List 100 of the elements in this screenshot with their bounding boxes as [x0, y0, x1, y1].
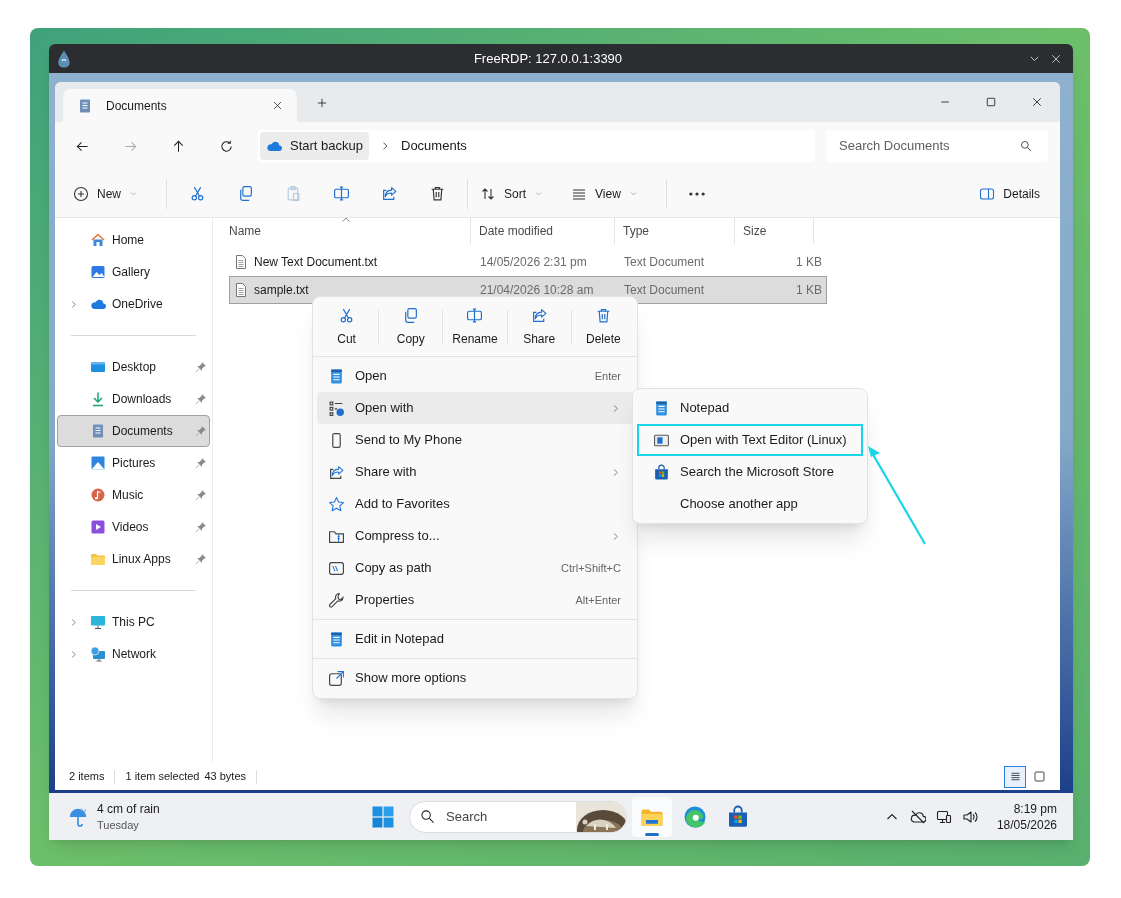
status-text: 43 bytes — [204, 769, 247, 785]
sidebar-item[interactable]: Network — [57, 638, 210, 670]
caret-down-icon — [129, 189, 138, 198]
sidebar-item[interactable]: This PC — [57, 606, 210, 638]
share-button[interactable]: Share — [507, 302, 571, 352]
path-icon — [328, 559, 345, 577]
cloud-off-icon — [909, 808, 926, 825]
breadcrumb-item[interactable]: Documents — [401, 136, 467, 156]
menu-item[interactable]: Open Enter — [317, 360, 633, 392]
pin-icon — [195, 521, 207, 533]
weather-summary[interactable]: 4 cm of rain — [97, 800, 160, 817]
address-bar[interactable]: Start backup Documents — [258, 130, 815, 162]
more-icon — [688, 191, 705, 196]
rename-button[interactable]: Rename — [443, 302, 507, 352]
sidebar-item[interactable]: Downloads — [57, 383, 210, 415]
copy-icon — [402, 306, 420, 324]
share-icon — [380, 185, 398, 202]
monitor-icon — [935, 808, 952, 825]
menu-item[interactable]: Edit in Notepad — [317, 623, 633, 655]
plus-circle-icon — [73, 185, 89, 202]
taskbar-search-input[interactable]: Search — [446, 806, 556, 827]
details-pane-icon — [979, 185, 996, 202]
menu-item[interactable]: Share with — [317, 456, 633, 488]
music-note-icon — [90, 487, 106, 503]
desktop-icon — [90, 359, 106, 375]
refresh-icon — [218, 138, 234, 154]
pin-icon — [195, 489, 207, 501]
sidebar-item[interactable]: Linux Apps — [57, 543, 210, 575]
clock-time[interactable]: 8:19 pm — [1013, 800, 1057, 817]
status-text: 2 items — [69, 769, 105, 785]
type-cell-text: Text Document — [623, 282, 706, 299]
taskbar-search-field[interactable]: Search — [409, 800, 627, 833]
browser-icon — [683, 804, 707, 829]
pin-icon — [195, 361, 207, 373]
copy-button[interactable]: Copy — [379, 302, 443, 352]
size-cell-text: 1 KB — [795, 254, 823, 271]
column-header[interactable]: Type — [615, 218, 735, 244]
breadcrumb-button[interactable]: Start backup — [260, 132, 369, 160]
close-icon — [1050, 52, 1062, 65]
search-icon — [1020, 140, 1032, 152]
menu-item[interactable]: Send to My Phone — [317, 424, 633, 456]
weather-day[interactable]: Tuesday — [97, 816, 160, 833]
download-arrow-icon — [90, 391, 106, 407]
search-input[interactable]: Search Documents — [839, 136, 1020, 156]
sort-button[interactable]: Sort — [474, 177, 550, 210]
details-button[interactable]: Details — [973, 177, 1046, 210]
tab[interactable]: Documents — [63, 89, 297, 122]
file-row[interactable]: New Text Document.txt 14/05/2026 2:31 pm Text Document 1 KB — [229, 248, 827, 276]
sidebar-item[interactable]: Home — [57, 224, 210, 256]
caret-down-icon — [534, 189, 544, 198]
menu-item[interactable]: Open with — [317, 392, 633, 424]
pin-icon — [195, 393, 207, 405]
date-cell-text: 14/05/2026 2:31 pm — [479, 254, 588, 271]
umbrella-icon — [67, 805, 89, 828]
sidebar-item[interactable]: Pictures — [57, 447, 210, 479]
store-icon — [653, 463, 670, 481]
submenu-item[interactable]: Open with Text Editor (Linux) — [637, 424, 863, 456]
menu-item[interactable]: Show more options — [317, 662, 633, 694]
sidebar-item[interactable]: Desktop — [57, 351, 210, 383]
column-header[interactable]: Name — [221, 218, 471, 244]
open-with-icon — [328, 399, 345, 417]
taskbar-app-button[interactable] — [632, 796, 672, 837]
column-header[interactable]: Size — [735, 218, 814, 244]
submenu-item[interactable]: Search the Microsoft Store — [637, 456, 863, 488]
shortcut-text: Enter — [594, 368, 621, 384]
menu-item[interactable]: Add to Favorites — [317, 488, 633, 520]
cut-button[interactable]: Cut — [315, 302, 379, 352]
video-icon — [90, 519, 106, 535]
menu-item[interactable]: Copy as path Ctrl+Shift+C — [317, 552, 633, 584]
close-icon — [271, 100, 283, 111]
app-logo-icon — [55, 49, 73, 68]
maximize-icon — [985, 96, 997, 108]
details-view-button[interactable] — [1004, 765, 1026, 788]
search-field[interactable]: Search Documents — [826, 130, 1048, 162]
new-button[interactable]: New — [67, 177, 144, 210]
notepad-icon — [653, 399, 670, 417]
sidebar-item[interactable]: Documents — [57, 415, 210, 447]
delete-button[interactable]: Delete — [571, 302, 635, 352]
pin-icon — [195, 425, 207, 437]
size-cell-text: 1 KB — [795, 282, 823, 299]
sidebar-item[interactable]: Gallery — [57, 256, 210, 288]
rename-icon — [466, 306, 484, 324]
sidebar-item[interactable]: Videos — [57, 511, 210, 543]
file-name: New Text Document.txt — [254, 254, 378, 271]
document-icon — [90, 423, 106, 439]
picture-icon — [90, 455, 106, 471]
column-header[interactable]: Date modified — [471, 218, 615, 244]
submenu-item[interactable]: Choose another app — [637, 488, 863, 520]
wrench-icon — [328, 591, 345, 609]
submenu-item[interactable]: Notepad — [637, 392, 863, 424]
file-name: sample.txt — [254, 282, 309, 299]
view-button[interactable]: View — [565, 177, 644, 210]
menu-item[interactable]: Properties Alt+Enter — [317, 584, 633, 616]
sidebar-item[interactable]: Music — [57, 479, 210, 511]
clock-date[interactable]: 18/05/2026 — [996, 816, 1057, 833]
share-icon — [328, 463, 345, 481]
gallery-icon — [90, 264, 106, 280]
menu-item[interactable]: Compress to... — [317, 520, 633, 552]
rename-icon — [332, 185, 350, 202]
sidebar-item[interactable]: OneDrive — [57, 288, 210, 320]
